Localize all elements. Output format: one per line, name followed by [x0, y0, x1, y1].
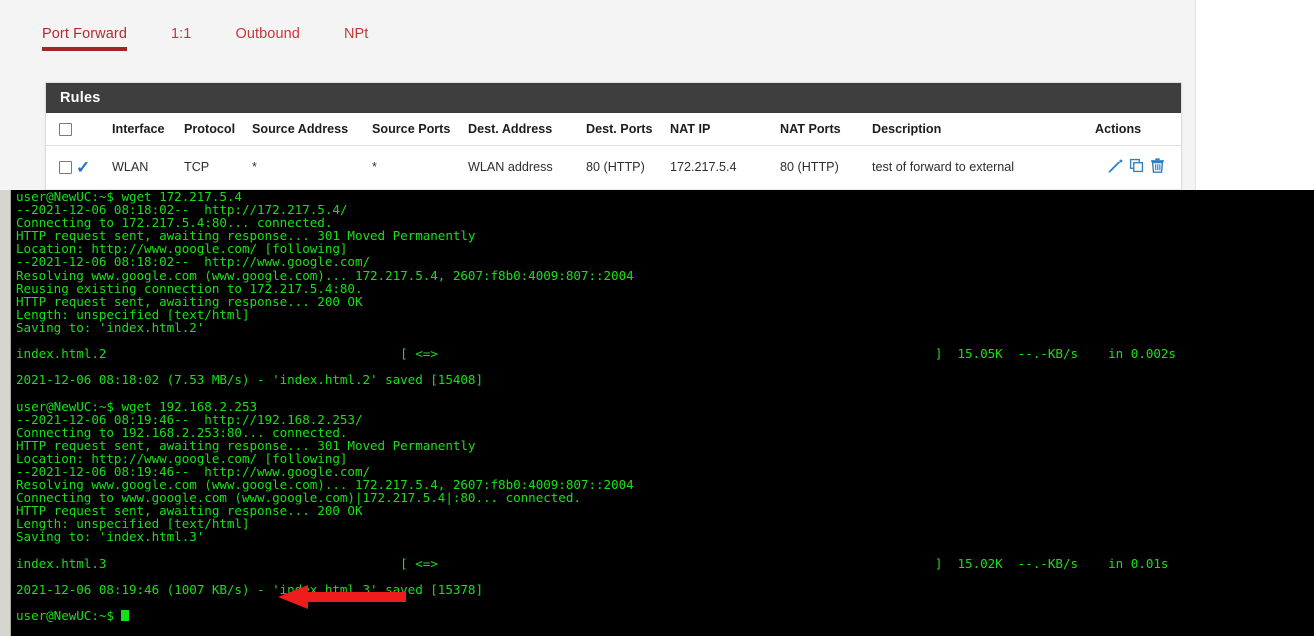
cell-actions: [1095, 145, 1181, 190]
terminal-line: Connecting to 192.168.2.253:80... connec…: [16, 424, 348, 440]
header-nat-ip: NAT IP: [670, 113, 780, 147]
cell-nat-ip: 172.217.5.4: [670, 145, 780, 190]
terminal-line: Location: http://www.google.com/ [follow…: [16, 450, 348, 466]
cell-nat-ports: 80 (HTTP): [780, 145, 872, 190]
nat-tab-bar: Port Forward 1:1 Outbound NPt: [42, 24, 412, 51]
terminal-line: Length: unspecified [text/html]: [16, 306, 250, 322]
header-dest-address: Dest. Address: [468, 113, 586, 147]
tab-port-forward[interactable]: Port Forward: [42, 24, 127, 51]
cell-dest-address: WLAN address: [468, 145, 586, 190]
cell-source-ports: *: [372, 145, 468, 190]
terminal-window[interactable]: user@NewUC:~$ wget 172.217.5.4 --2021-12-…: [0, 190, 1314, 636]
header-interface: Interface: [112, 113, 184, 147]
rules-table-body: ✓ WLAN TCP * * WLAN address 80 (HTTP) 17…: [46, 145, 1181, 190]
header-select-all: [46, 113, 76, 147]
terminal-prompt-line: user@NewUC:~$: [16, 609, 1314, 622]
row-select-cell: [46, 145, 76, 190]
rules-table: Interface Protocol Source Address Source…: [46, 113, 1181, 190]
copy-icon[interactable]: [1127, 156, 1146, 175]
terminal-prompt-text: user@NewUC:~$: [16, 608, 122, 623]
terminal-line: Resolving www.google.com (www.google.com…: [16, 267, 634, 283]
cell-protocol: TCP: [184, 145, 252, 190]
rule-enabled-check-icon[interactable]: ✓: [76, 159, 90, 176]
terminal-line: --2021-12-06 08:18:02-- http://www.googl…: [16, 254, 371, 270]
screen-root: Port Forward 1:1 Outbound NPt Rules Inte…: [0, 0, 1314, 636]
rules-card-title: Rules: [46, 83, 1181, 113]
nat-config-panel: Port Forward 1:1 Outbound NPt Rules Inte…: [0, 0, 1196, 190]
row-action-group: [1106, 156, 1167, 175]
header-dest-ports: Dest. Ports: [586, 113, 670, 147]
rules-card: Rules Interface Protocol Source Address …: [45, 82, 1182, 190]
terminal-line: index.html.3 [ <=> ] 15.02K --.-KB/s in …: [16, 555, 1169, 571]
row-checkbox[interactable]: [59, 161, 72, 175]
terminal-line: HTTP request sent, awaiting response... …: [16, 437, 476, 453]
tab-npt[interactable]: NPt: [344, 24, 368, 51]
header-enabled: [76, 113, 112, 147]
rules-table-head: Interface Protocol Source Address Source…: [46, 113, 1181, 147]
row-enabled-cell: ✓: [76, 145, 112, 190]
tab-port-forward-label: Port Forward: [42, 26, 127, 42]
tab-outbound-label: Outbound: [235, 26, 300, 42]
cell-source-address: *: [252, 145, 372, 190]
terminal-line: HTTP request sent, awaiting response... …: [16, 293, 363, 309]
terminal-line: 2021-12-06 08:19:46 (1007 KB/s) - 'index…: [16, 581, 483, 597]
tab-npt-label: NPt: [343, 26, 369, 42]
terminal-line: Saving to: 'index.html.3': [16, 529, 205, 545]
cell-interface: WLAN: [112, 145, 184, 190]
terminal-cursor: [121, 610, 130, 621]
tab-one-to-one-label: 1:1: [171, 26, 192, 42]
header-source-address: Source Address: [252, 113, 372, 147]
header-nat-ports: NAT Ports: [780, 113, 872, 147]
header-protocol: Protocol: [184, 113, 252, 147]
table-row[interactable]: ✓ WLAN TCP * * WLAN address 80 (HTTP) 17…: [46, 145, 1181, 190]
terminal-line: Reusing existing connection to 172.217.5…: [16, 280, 363, 296]
cell-dest-ports: 80 (HTTP): [586, 145, 670, 190]
terminal-output: user@NewUC:~$ wget 172.217.5.4 --2021-12-…: [16, 190, 1314, 622]
terminal-line: 2021-12-06 08:18:02 (7.53 MB/s) - 'index…: [16, 372, 483, 388]
edit-icon[interactable]: [1106, 156, 1125, 175]
terminal-line: Length: unspecified [text/html]: [16, 516, 250, 532]
terminal-line: user@NewUC:~$ wget 192.168.2.253: [16, 398, 258, 414]
delete-icon[interactable]: [1148, 156, 1167, 175]
select-all-checkbox[interactable]: [59, 123, 72, 137]
terminal-line: --2021-12-06 08:19:46-- http://192.168.2…: [16, 411, 363, 427]
terminal-scrollbar[interactable]: [0, 190, 11, 636]
header-source-ports: Source Ports: [372, 113, 468, 147]
table-header-row: Interface Protocol Source Address Source…: [46, 113, 1181, 147]
terminal-line: Saving to: 'index.html.2': [16, 319, 205, 335]
cell-description: test of forward to external: [872, 145, 1095, 190]
tab-one-to-one[interactable]: 1:1: [171, 24, 191, 51]
terminal-line: index.html.2 [ <=> ] 15.05K --.-KB/s in …: [16, 346, 1176, 362]
header-description: Description: [872, 113, 1095, 147]
tab-outbound[interactable]: Outbound: [235, 24, 300, 51]
header-actions: Actions: [1095, 113, 1181, 147]
